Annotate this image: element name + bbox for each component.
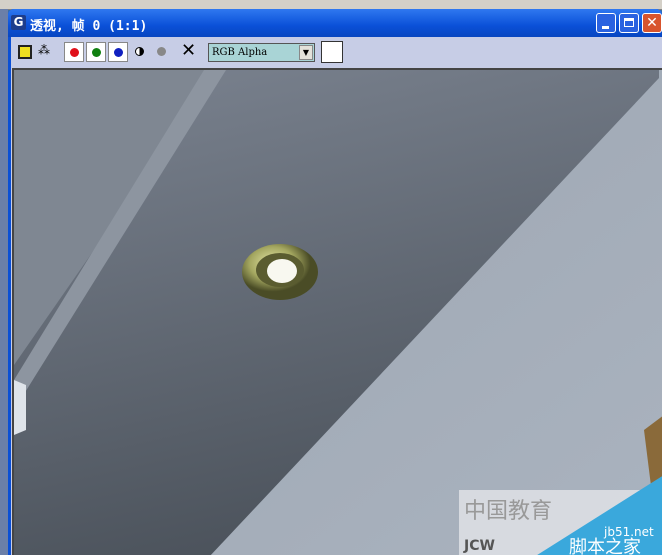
render-viewport: 中国教育 JCW jb51.net 脚本之家 [12, 68, 662, 555]
toolbar: ⁂ ✕ RGB Alpha ▼ [11, 37, 662, 67]
window-title: 透视, 帧 0 (1:1) [30, 19, 148, 34]
channel-select[interactable]: RGB Alpha ▼ [208, 43, 315, 62]
alpha-icon[interactable] [157, 47, 166, 56]
rendered-scene: 中国教育 JCW jb51.net 脚本之家 [14, 70, 662, 555]
red-channel-button[interactable] [64, 42, 84, 62]
save-icon[interactable] [18, 45, 32, 59]
svg-text:脚本之家: 脚本之家 [569, 537, 641, 555]
svg-text:中国教育: 中国教育 [464, 499, 552, 524]
color-swatch[interactable] [321, 41, 343, 63]
ceiling-light [242, 244, 318, 300]
title-bar[interactable]: G 透视, 帧 0 (1:1) ✕ [8, 9, 662, 37]
close-button[interactable]: ✕ [642, 13, 662, 33]
chevron-down-icon[interactable]: ▼ [299, 45, 313, 60]
monochrome-icon[interactable] [135, 47, 144, 56]
maximize-button[interactable] [619, 13, 639, 33]
channel-select-value: RGB Alpha [212, 47, 268, 58]
blue-channel-button[interactable] [108, 42, 128, 62]
clear-icon[interactable]: ✕ [181, 41, 196, 61]
minimize-button[interactable] [596, 13, 616, 33]
green-dot-icon [91, 47, 101, 57]
clone-icon[interactable]: ⁂ [38, 43, 50, 63]
app-icon: G [11, 15, 26, 30]
blue-dot-icon [113, 47, 123, 57]
rendered-frame-window: G 透视, 帧 0 (1:1) ✕ ⁂ ✕ RGB Alpha ▼ 中国教育 J… [8, 9, 662, 555]
background-app-panel [0, 9, 8, 555]
red-dot-icon [69, 47, 79, 57]
svg-text:JCW: JCW [463, 538, 495, 554]
green-channel-button[interactable] [86, 42, 106, 62]
